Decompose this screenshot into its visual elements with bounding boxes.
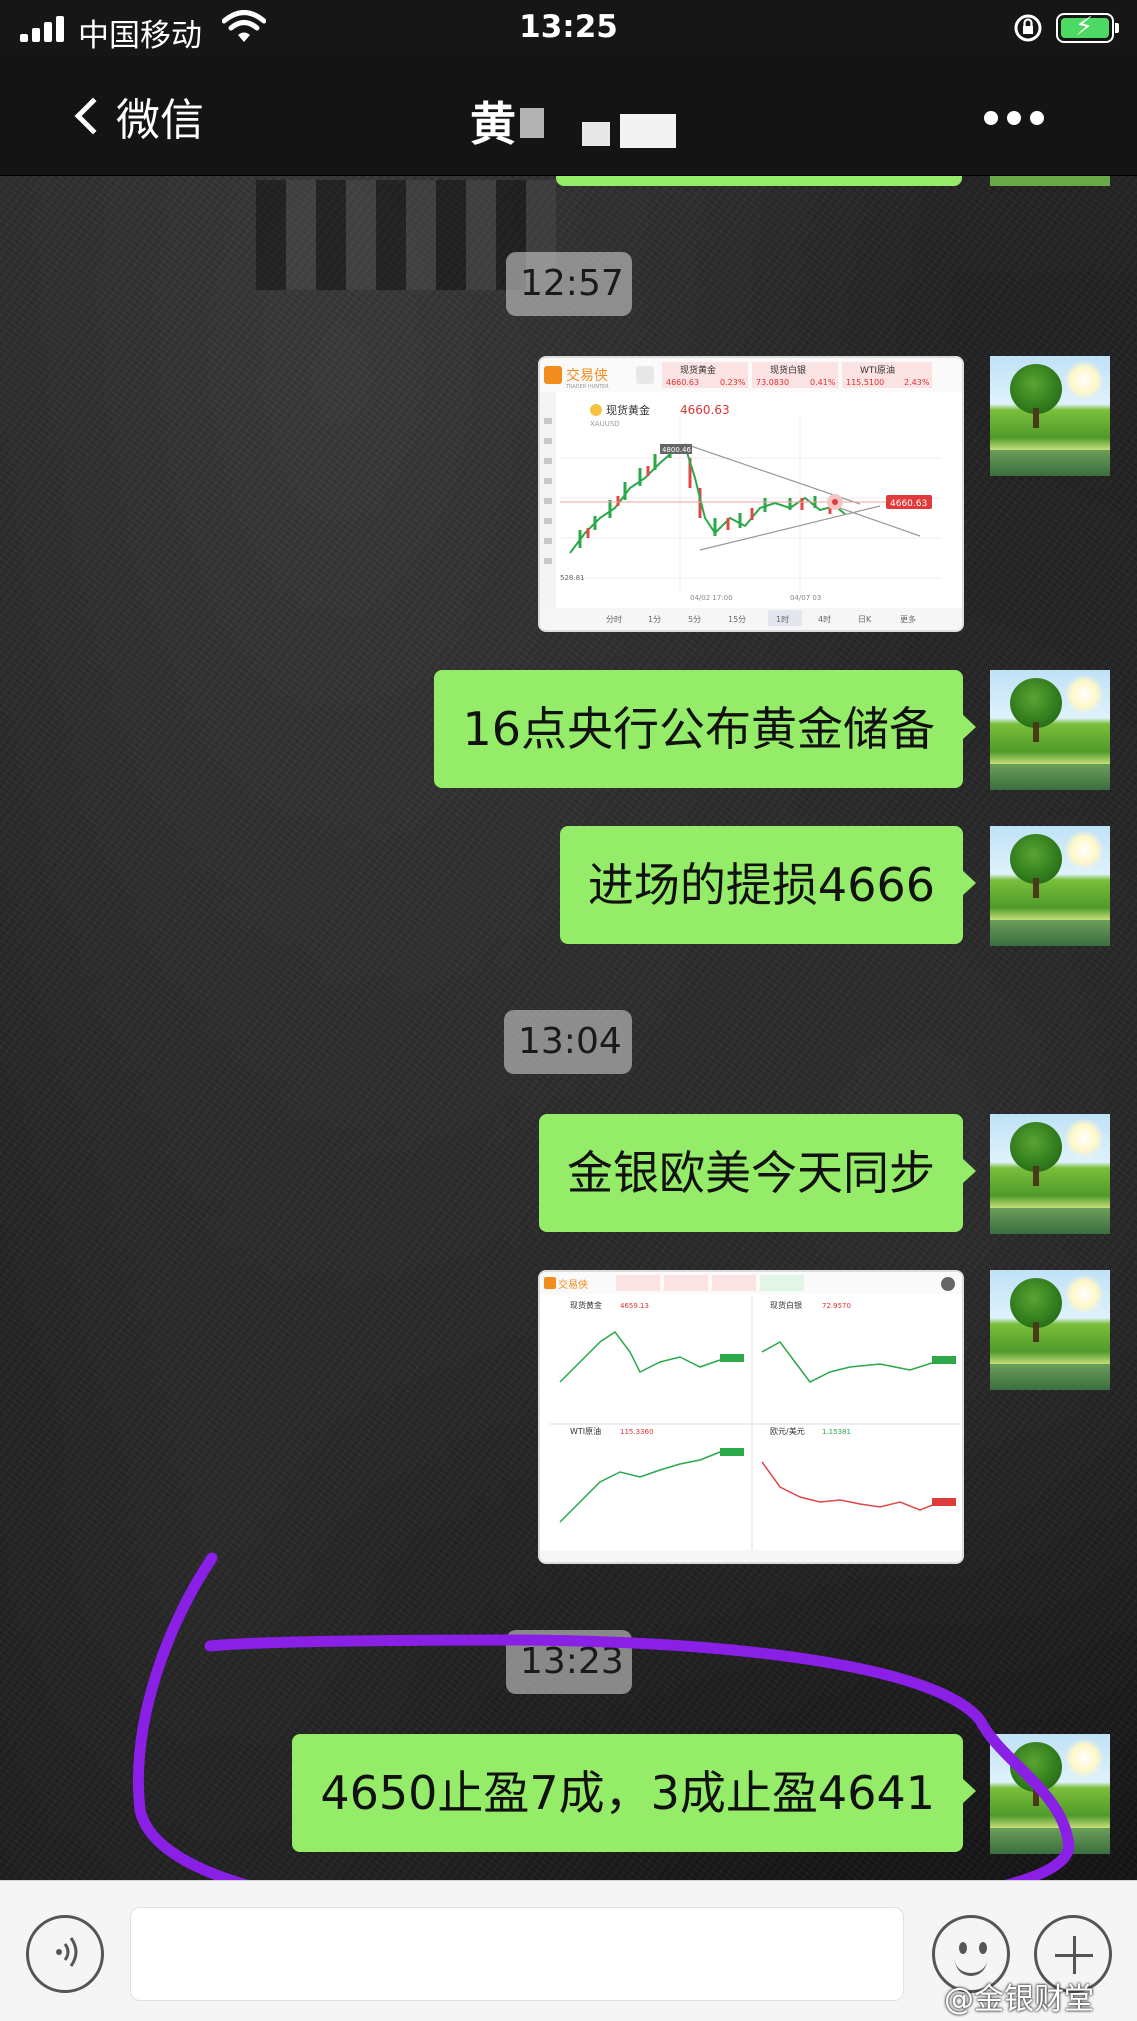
avatar[interactable] [990,1734,1110,1854]
previous-message-bubble[interactable] [556,176,962,186]
chevron-left-icon [74,97,112,135]
svg-text:0.23%: 0.23% [720,378,746,387]
watermark: @金银财堂 [944,1982,1094,2017]
emoji-icon [979,1942,987,1954]
svg-text:1分: 1分 [648,615,661,624]
svg-text:WTI原油: WTI原油 [860,364,895,376]
avatar[interactable] [990,1270,1110,1390]
svg-text:交易侠: 交易侠 [558,1278,588,1291]
svg-text:分时: 分时 [606,614,622,624]
svg-text:04/07 03: 04/07 03 [790,594,821,602]
previous-avatar[interactable] [990,176,1110,186]
svg-text:4660.63: 4660.63 [666,378,699,387]
timestamp: 13:23 [506,1630,632,1694]
emoji-icon [959,1942,967,1954]
svg-text:XAUUSD: XAUUSD [590,420,620,428]
image-message[interactable]: 交易侠 TRADER HUNTER 现货黄金 4660.63 0.23% 现货白… [538,356,964,632]
svg-text:WTI原油: WTI原油 [570,1426,601,1436]
image-message[interactable]: 交易侠 现货黄金 4659.13 现货白银 72.9570 WTI原油 115.… [538,1270,964,1564]
svg-text:1时: 1时 [776,614,789,624]
timestamp: 13:04 [504,1010,632,1074]
svg-text:72.9570: 72.9570 [822,1302,851,1310]
svg-text:4660.63: 4660.63 [890,499,927,509]
svg-text:1.15381: 1.15381 [822,1428,851,1436]
svg-text:现货黄金: 现货黄金 [680,364,716,376]
svg-text:4时: 4时 [818,614,831,624]
message-bubble[interactable]: 4650止盈7成，3成止盈4641 [292,1734,976,1852]
voice-icon [53,1932,83,1981]
svg-text:4800.46: 4800.46 [662,446,691,454]
more-dots-icon [984,111,998,125]
blurred-title [582,122,610,146]
svg-text:73.0830: 73.0830 [756,378,789,387]
svg-text:更多: 更多 [900,614,916,624]
svg-text:115.5100: 115.5100 [846,378,884,387]
chat-title: 黄 [470,97,516,151]
blurred-title [520,108,544,138]
blurred-title [620,114,676,148]
avatar[interactable] [990,356,1110,476]
back-button[interactable]: 微信 [74,88,204,146]
svg-text:0.41%: 0.41% [810,378,836,387]
svg-text:现货黄金: 现货黄金 [606,403,650,417]
more-dots-icon [1007,111,1021,125]
svg-text:现货白银: 现货白银 [770,364,806,376]
more-button[interactable] [984,108,1044,128]
chart-screenshot-image: 交易侠 TRADER HUNTER 现货黄金 4660.63 0.23% 现货白… [540,358,962,630]
message-input[interactable] [130,1907,904,2001]
timestamp: 12:57 [506,252,632,316]
svg-text:4660.63: 4660.63 [680,403,730,417]
svg-text:日K: 日K [858,615,872,624]
message-bubble[interactable]: 进场的提损4666 [559,826,977,944]
rotation-lock-icon [1014,14,1042,42]
status-time: 13:25 [519,9,618,45]
message-bubble[interactable]: 金银欧美今天同步 [539,1114,976,1232]
svg-text:528.81: 528.81 [560,574,585,582]
avatar[interactable] [990,1114,1110,1234]
message-bubble[interactable]: 16点央行公布黄金储备 [434,670,976,788]
svg-text:4659.13: 4659.13 [620,1302,649,1310]
brand-text: 交易侠 [566,367,608,384]
avatar[interactable] [990,670,1110,790]
voice-button[interactable] [26,1915,104,1993]
chart-screenshot-image: 交易侠 现货黄金 4659.13 现货白银 72.9570 WTI原油 115.… [540,1272,962,1562]
status-bar: 中国移动 13:25 ⚡ [0,0,1137,56]
brand-subtext: TRADER HUNTER [565,384,609,390]
svg-text:现货黄金: 现货黄金 [570,1300,602,1310]
svg-text:2.43%: 2.43% [904,378,930,387]
svg-text:04/02 17:00: 04/02 17:00 [690,594,733,602]
avatar[interactable] [990,826,1110,946]
svg-text:15分: 15分 [728,615,746,624]
battery-icon: ⚡ [1056,13,1119,43]
svg-text:115.3360: 115.3360 [620,1428,653,1436]
back-label: 微信 [116,95,204,146]
nav-bar: 微信 黄 [0,56,1137,176]
more-dots-icon [1030,111,1044,125]
svg-text:5分: 5分 [688,615,701,624]
svg-text:现货白银: 现货白银 [770,1300,802,1310]
svg-text:欧元/美元: 欧元/美元 [770,1426,805,1436]
